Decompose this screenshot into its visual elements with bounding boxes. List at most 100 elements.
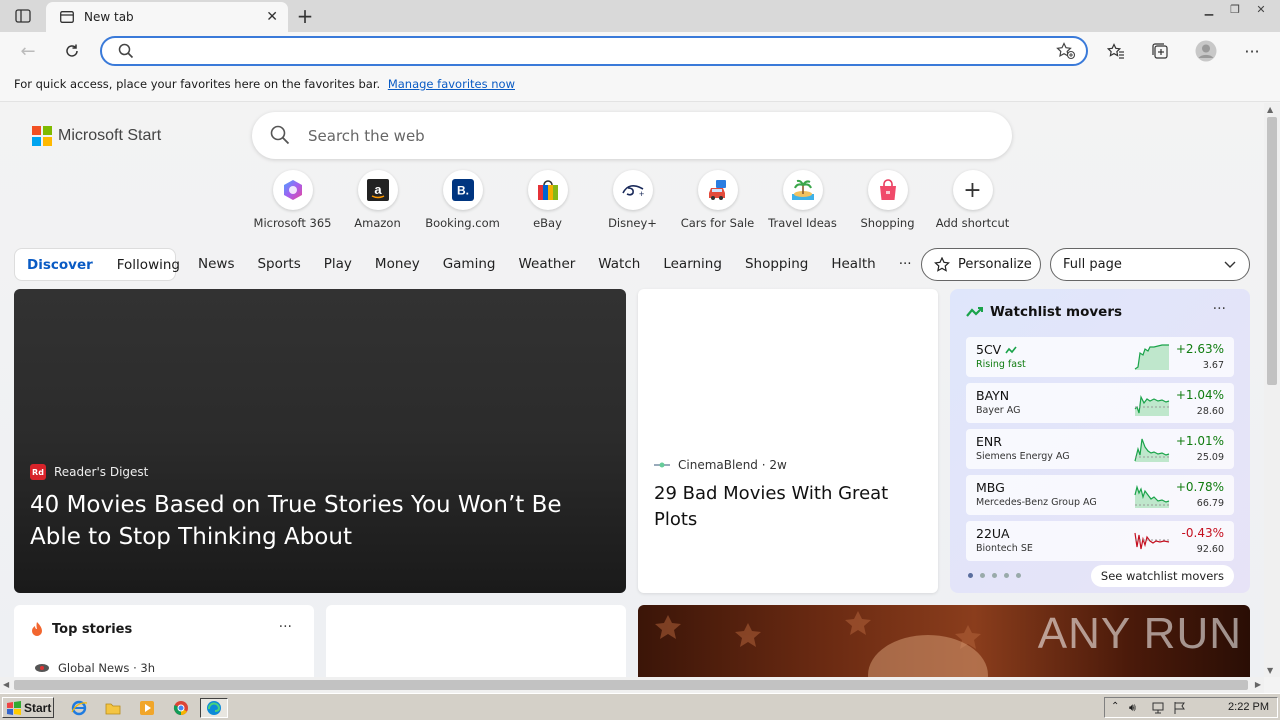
category-shopping[interactable]: Shopping <box>745 256 808 272</box>
collections-button[interactable] <box>1146 38 1174 64</box>
sparkline-chart <box>1134 344 1169 370</box>
top-stories-more-button[interactable]: ··· <box>279 619 292 635</box>
category-health[interactable]: Health <box>831 256 875 272</box>
tab-following[interactable]: Following <box>105 257 192 273</box>
category-play[interactable]: Play <box>324 256 352 272</box>
category-more-button[interactable]: ··· <box>899 256 912 272</box>
flag-notification-icon[interactable] <box>1173 701 1187 715</box>
stock-row[interactable]: 5CV Rising fast +2.63% 3.67 <box>966 337 1234 377</box>
horizontal-scrollbar[interactable]: ◀ ▶ <box>0 677 1264 693</box>
close-window-button[interactable]: ✕ <box>1248 0 1274 18</box>
minimize-button[interactable]: ▁ <box>1196 0 1222 18</box>
image-article-card[interactable]: ANY RUN <box>638 605 1250 677</box>
favorites-button[interactable] <box>1102 38 1130 64</box>
network-icon[interactable] <box>1151 701 1165 715</box>
stock-name: Rising fast <box>976 359 1026 370</box>
stock-symbol: 22UA <box>976 526 1010 541</box>
article-headline[interactable]: 40 Movies Based on True Stories You Won’… <box>30 489 610 553</box>
see-watchlist-movers-button[interactable]: See watchlist movers <box>1090 565 1234 587</box>
carousel-dot[interactable] <box>992 573 997 578</box>
car-icon <box>697 170 738 210</box>
tab-actions-icon[interactable] <box>8 5 38 27</box>
tab-bar: New tab ✕ + ▁ ❐ ✕ <box>0 0 1280 32</box>
stock-row[interactable]: ENR Siemens Energy AG +1.01% 25.09 <box>966 429 1234 469</box>
personalize-button[interactable]: Personalize <box>921 248 1041 281</box>
edge-taskbar-icon[interactable] <box>200 698 228 718</box>
restore-button[interactable]: ❐ <box>1222 0 1248 18</box>
hero-article-card[interactable]: Rd Reader's Digest 40 Movies Based on Tr… <box>14 289 626 593</box>
search-placeholder: Search the web <box>308 127 425 145</box>
watchlist-more-button[interactable]: ··· <box>1213 301 1226 317</box>
carousel-dot[interactable] <box>968 573 973 578</box>
stock-row[interactable]: 22UA Biontech SE -0.43% 92.60 <box>966 521 1234 561</box>
internet-explorer-icon[interactable] <box>68 698 90 718</box>
article-card[interactable]: CinemaBlend · 2w 29 Bad Movies With Grea… <box>638 289 938 593</box>
shortcut-shopping[interactable]: Shopping <box>845 170 930 230</box>
scroll-right-arrow[interactable]: ▶ <box>1255 680 1261 689</box>
microsoft-logo-icon <box>32 126 52 146</box>
scrollbar-thumb[interactable] <box>1267 117 1277 385</box>
address-bar[interactable] <box>100 36 1088 66</box>
category-learning[interactable]: Learning <box>663 256 722 272</box>
new-tab-button[interactable]: + <box>292 4 318 28</box>
category-sports[interactable]: Sports <box>257 256 300 272</box>
trend-up-icon <box>966 307 983 317</box>
article-card-loading[interactable] <box>326 605 626 677</box>
scroll-down-arrow[interactable]: ▼ <box>1267 666 1273 675</box>
stock-price: 25.09 <box>1196 452 1224 463</box>
stock-row[interactable]: MBG Mercedes-Benz Group AG +0.78% 66.79 <box>966 475 1234 515</box>
tray-expand-icon[interactable]: ⌃ <box>1111 701 1125 715</box>
start-button[interactable]: Start <box>2 697 54 718</box>
settings-more-button[interactable]: ··· <box>1238 38 1266 64</box>
refresh-button[interactable] <box>58 38 86 64</box>
file-explorer-icon[interactable] <box>102 698 124 718</box>
category-gaming[interactable]: Gaming <box>443 256 496 272</box>
feed-tabs: Discover Following <box>14 248 180 281</box>
shortcut-ebay[interactable]: eBay <box>505 170 590 230</box>
shortcut-booking[interactable]: B. Booking.com <box>420 170 505 230</box>
new-tab-page-icon <box>60 11 74 23</box>
web-search-box[interactable]: Search the web <box>252 112 1012 159</box>
vertical-scrollbar[interactable]: ▲ ▼ <box>1264 103 1280 677</box>
category-news[interactable]: News <box>198 256 234 272</box>
favorites-icon <box>1107 43 1124 59</box>
stock-name: Siemens Energy AG <box>976 451 1070 462</box>
avatar-icon <box>1195 40 1217 62</box>
volume-icon[interactable]: 🔊︎ <box>1129 701 1143 715</box>
start-label: Start <box>24 700 52 715</box>
shortcut-amazon[interactable]: a Amazon <box>335 170 420 230</box>
carousel-dot[interactable] <box>1004 573 1009 578</box>
add-favorite-icon[interactable] <box>1056 42 1076 60</box>
category-money[interactable]: Money <box>375 256 420 272</box>
watchlist-title-text: Watchlist movers <box>990 304 1123 320</box>
stock-row[interactable]: BAYN Bayer AG +1.04% 28.60 <box>966 383 1234 423</box>
manage-favorites-link[interactable]: Manage favorites now <box>388 77 515 91</box>
category-weather[interactable]: Weather <box>518 256 575 272</box>
back-button[interactable]: ← <box>14 38 42 64</box>
shortcut-label: Amazon <box>354 216 401 230</box>
profile-button[interactable] <box>1192 38 1220 64</box>
shortcut-travel-ideas[interactable]: Travel Ideas <box>760 170 845 230</box>
sparkle-star-icon <box>934 256 950 272</box>
carousel-dot[interactable] <box>1016 573 1021 578</box>
shortcut-microsoft-365[interactable]: Microsoft 365 <box>250 170 335 230</box>
shortcut-disney-plus[interactable]: + Disney+ <box>590 170 675 230</box>
microsoft-start-brand[interactable]: Microsoft Start <box>32 126 161 146</box>
scroll-left-arrow[interactable]: ◀ <box>3 680 9 689</box>
tab-discover[interactable]: Discover <box>15 257 105 273</box>
chrome-icon[interactable] <box>170 698 192 718</box>
chevron-down-icon <box>1224 261 1236 268</box>
article-headline[interactable]: 29 Bad Movies With Great Plots <box>654 481 924 533</box>
carousel-dot[interactable] <box>980 573 985 578</box>
close-tab-icon[interactable]: ✕ <box>266 9 278 25</box>
brand-name: Microsoft Start <box>58 127 162 144</box>
media-player-icon[interactable] <box>136 698 158 718</box>
tab-new-tab[interactable]: New tab ✕ <box>46 2 288 32</box>
category-watch[interactable]: Watch <box>598 256 640 272</box>
shortcut-cars-for-sale[interactable]: Cars for Sale <box>675 170 760 230</box>
scroll-up-arrow[interactable]: ▲ <box>1267 105 1273 114</box>
layout-dropdown[interactable]: Full page <box>1050 248 1250 281</box>
story-source: Global News · 3h <box>34 661 155 675</box>
scrollbar-thumb[interactable] <box>14 680 1248 690</box>
shortcut-add[interactable]: + Add shortcut <box>930 170 1015 230</box>
